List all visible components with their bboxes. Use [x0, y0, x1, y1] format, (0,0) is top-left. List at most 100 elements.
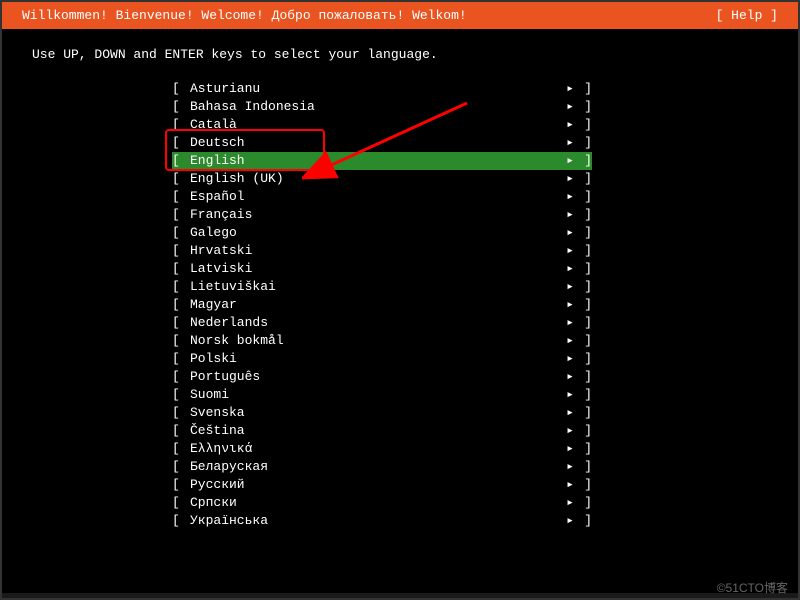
- language-item[interactable]: [Norsk bokmål▸]: [172, 332, 592, 350]
- language-item[interactable]: [Magyar▸]: [172, 296, 592, 314]
- bracket-open: [: [172, 404, 190, 422]
- language-name: Српски: [190, 494, 554, 512]
- language-item[interactable]: [Lietuviškai▸]: [172, 278, 592, 296]
- submenu-arrow-icon: ▸: [554, 296, 574, 314]
- bracket-close: ]: [574, 152, 592, 170]
- submenu-arrow-icon: ▸: [554, 260, 574, 278]
- language-item[interactable]: [Asturianu▸]: [172, 80, 592, 98]
- bracket-open: [: [172, 350, 190, 368]
- language-item[interactable]: [Українська▸]: [172, 512, 592, 530]
- submenu-arrow-icon: ▸: [554, 242, 574, 260]
- submenu-arrow-icon: ▸: [554, 278, 574, 296]
- bracket-open: [: [172, 188, 190, 206]
- language-item[interactable]: [Ελληνικά▸]: [172, 440, 592, 458]
- submenu-arrow-icon: ▸: [554, 332, 574, 350]
- language-name: English (UK): [190, 170, 554, 188]
- bracket-close: ]: [574, 404, 592, 422]
- bracket-close: ]: [574, 278, 592, 296]
- bracket-open: [: [172, 170, 190, 188]
- language-item[interactable]: [Català▸]: [172, 116, 592, 134]
- bracket-open: [: [172, 80, 190, 98]
- language-item[interactable]: [Suomi▸]: [172, 386, 592, 404]
- language-name: Français: [190, 206, 554, 224]
- language-name: Lietuviškai: [190, 278, 554, 296]
- bracket-close: ]: [574, 224, 592, 242]
- submenu-arrow-icon: ▸: [554, 98, 574, 116]
- bracket-close: ]: [574, 476, 592, 494]
- submenu-arrow-icon: ▸: [554, 116, 574, 134]
- bracket-close: ]: [574, 206, 592, 224]
- language-item[interactable]: [Беларуская▸]: [172, 458, 592, 476]
- bracket-close: ]: [574, 512, 592, 530]
- language-item[interactable]: [English (UK)▸]: [172, 170, 592, 188]
- language-name: Hrvatski: [190, 242, 554, 260]
- bracket-close: ]: [574, 368, 592, 386]
- submenu-arrow-icon: ▸: [554, 80, 574, 98]
- language-item[interactable]: [Polski▸]: [172, 350, 592, 368]
- language-item[interactable]: [Deutsch▸]: [172, 134, 592, 152]
- language-name: Magyar: [190, 296, 554, 314]
- bracket-close: ]: [574, 260, 592, 278]
- submenu-arrow-icon: ▸: [554, 440, 574, 458]
- language-item[interactable]: [Français▸]: [172, 206, 592, 224]
- language-item[interactable]: [Svenska▸]: [172, 404, 592, 422]
- bracket-close: ]: [574, 350, 592, 368]
- bracket-close: ]: [574, 188, 592, 206]
- submenu-arrow-icon: ▸: [554, 386, 574, 404]
- submenu-arrow-icon: ▸: [554, 494, 574, 512]
- bracket-close: ]: [574, 296, 592, 314]
- submenu-arrow-icon: ▸: [554, 458, 574, 476]
- bracket-open: [: [172, 476, 190, 494]
- bracket-open: [: [172, 512, 190, 530]
- bracket-close: ]: [574, 494, 592, 512]
- bracket-open: [: [172, 332, 190, 350]
- bracket-open: [: [172, 440, 190, 458]
- language-item[interactable]: [Bahasa Indonesia▸]: [172, 98, 592, 116]
- header-title: Willkommen! Bienvenue! Welcome! Добро по…: [22, 8, 467, 23]
- bracket-open: [: [172, 206, 190, 224]
- language-item[interactable]: [Српски▸]: [172, 494, 592, 512]
- submenu-arrow-icon: ▸: [554, 368, 574, 386]
- header-bar: Willkommen! Bienvenue! Welcome! Добро по…: [2, 2, 798, 29]
- language-item[interactable]: [Hrvatski▸]: [172, 242, 592, 260]
- language-name: Galego: [190, 224, 554, 242]
- bracket-open: [: [172, 422, 190, 440]
- language-item[interactable]: [Čeština▸]: [172, 422, 592, 440]
- language-item[interactable]: [Español▸]: [172, 188, 592, 206]
- language-name: Norsk bokmål: [190, 332, 554, 350]
- help-button[interactable]: [ Help ]: [716, 8, 778, 23]
- bracket-close: ]: [574, 386, 592, 404]
- language-item[interactable]: [Latviski▸]: [172, 260, 592, 278]
- bracket-open: [: [172, 242, 190, 260]
- submenu-arrow-icon: ▸: [554, 350, 574, 368]
- submenu-arrow-icon: ▸: [554, 512, 574, 530]
- language-name: Svenska: [190, 404, 554, 422]
- language-name: Беларуская: [190, 458, 554, 476]
- submenu-arrow-icon: ▸: [554, 134, 574, 152]
- language-item[interactable]: [Português▸]: [172, 368, 592, 386]
- bracket-open: [: [172, 314, 190, 332]
- submenu-arrow-icon: ▸: [554, 206, 574, 224]
- language-name: Polski: [190, 350, 554, 368]
- bracket-close: ]: [574, 422, 592, 440]
- submenu-arrow-icon: ▸: [554, 476, 574, 494]
- language-name: Suomi: [190, 386, 554, 404]
- language-item[interactable]: [Русский▸]: [172, 476, 592, 494]
- bracket-open: [: [172, 134, 190, 152]
- bracket-open: [: [172, 116, 190, 134]
- bracket-open: [: [172, 260, 190, 278]
- bracket-open: [: [172, 152, 190, 170]
- bracket-open: [: [172, 224, 190, 242]
- language-name: Nederlands: [190, 314, 554, 332]
- language-item[interactable]: [Nederlands▸]: [172, 314, 592, 332]
- language-name: Ελληνικά: [190, 440, 554, 458]
- language-item[interactable]: [English▸]: [172, 152, 592, 170]
- bracket-close: ]: [574, 170, 592, 188]
- bracket-close: ]: [574, 242, 592, 260]
- submenu-arrow-icon: ▸: [554, 170, 574, 188]
- submenu-arrow-icon: ▸: [554, 152, 574, 170]
- content-area: Use UP, DOWN and ENTER keys to select yo…: [2, 29, 798, 593]
- language-item[interactable]: [Galego▸]: [172, 224, 592, 242]
- bracket-close: ]: [574, 98, 592, 116]
- bracket-open: [: [172, 386, 190, 404]
